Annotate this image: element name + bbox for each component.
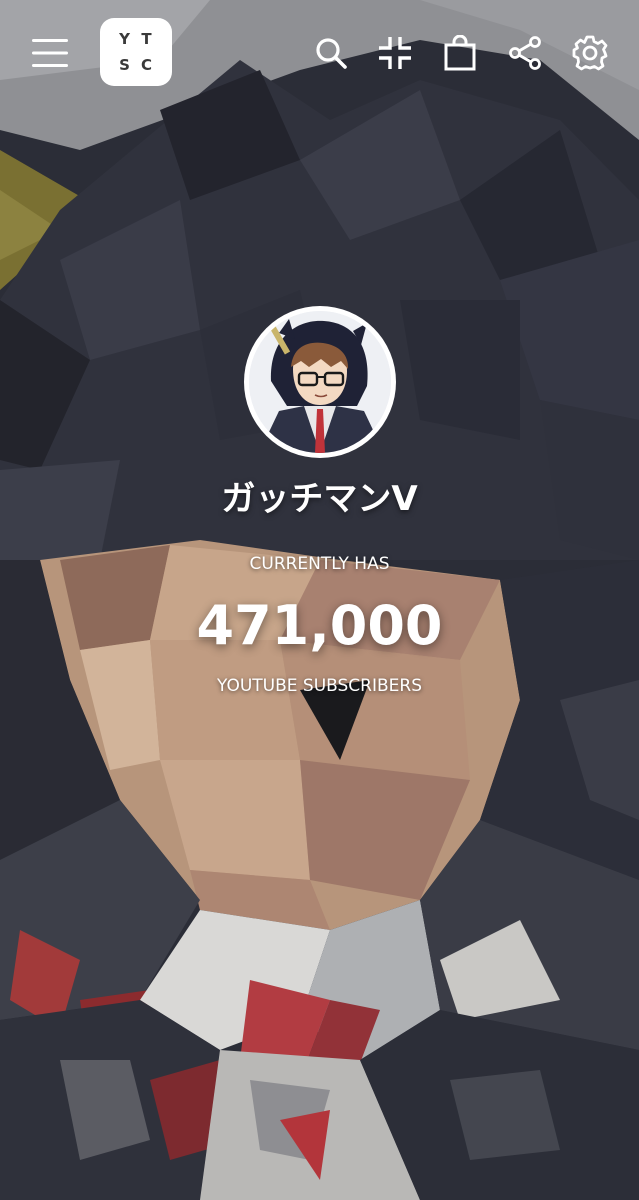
settings-icon[interactable]: [565, 28, 615, 78]
ytsc-logo[interactable]: Y T S C: [100, 18, 172, 86]
channel-profile: ガッチマンV CURRENTLY HAS 471,000 YOUTUBE SUB…: [0, 306, 639, 698]
youtube-subscribers-label: YOUTUBE SUBSCRIBERS: [216, 676, 422, 696]
channel-name: ガッチマンV: [221, 479, 418, 519]
menu-icon[interactable]: [25, 28, 75, 78]
top-navigation-bar: Y T S C: [0, 0, 639, 110]
share-icon[interactable]: [500, 28, 550, 78]
compress-icon[interactable]: [370, 28, 420, 78]
shopping-bag-icon[interactable]: [435, 28, 485, 78]
logo-letter: S: [119, 56, 131, 74]
logo-letter: Y: [119, 30, 131, 48]
logo-letter: C: [140, 56, 153, 74]
app-screen: Y T S C ガッチマンV CURRENTLY HAS 471,000 YOU…: [0, 0, 639, 1200]
avatar-image: [248, 311, 391, 453]
currently-has-label: CURRENTLY HAS: [249, 554, 390, 574]
logo-letter: T: [141, 30, 153, 48]
search-icon[interactable]: [306, 28, 356, 78]
subscriber-count: 471,000: [196, 594, 443, 657]
channel-avatar[interactable]: [243, 306, 396, 458]
